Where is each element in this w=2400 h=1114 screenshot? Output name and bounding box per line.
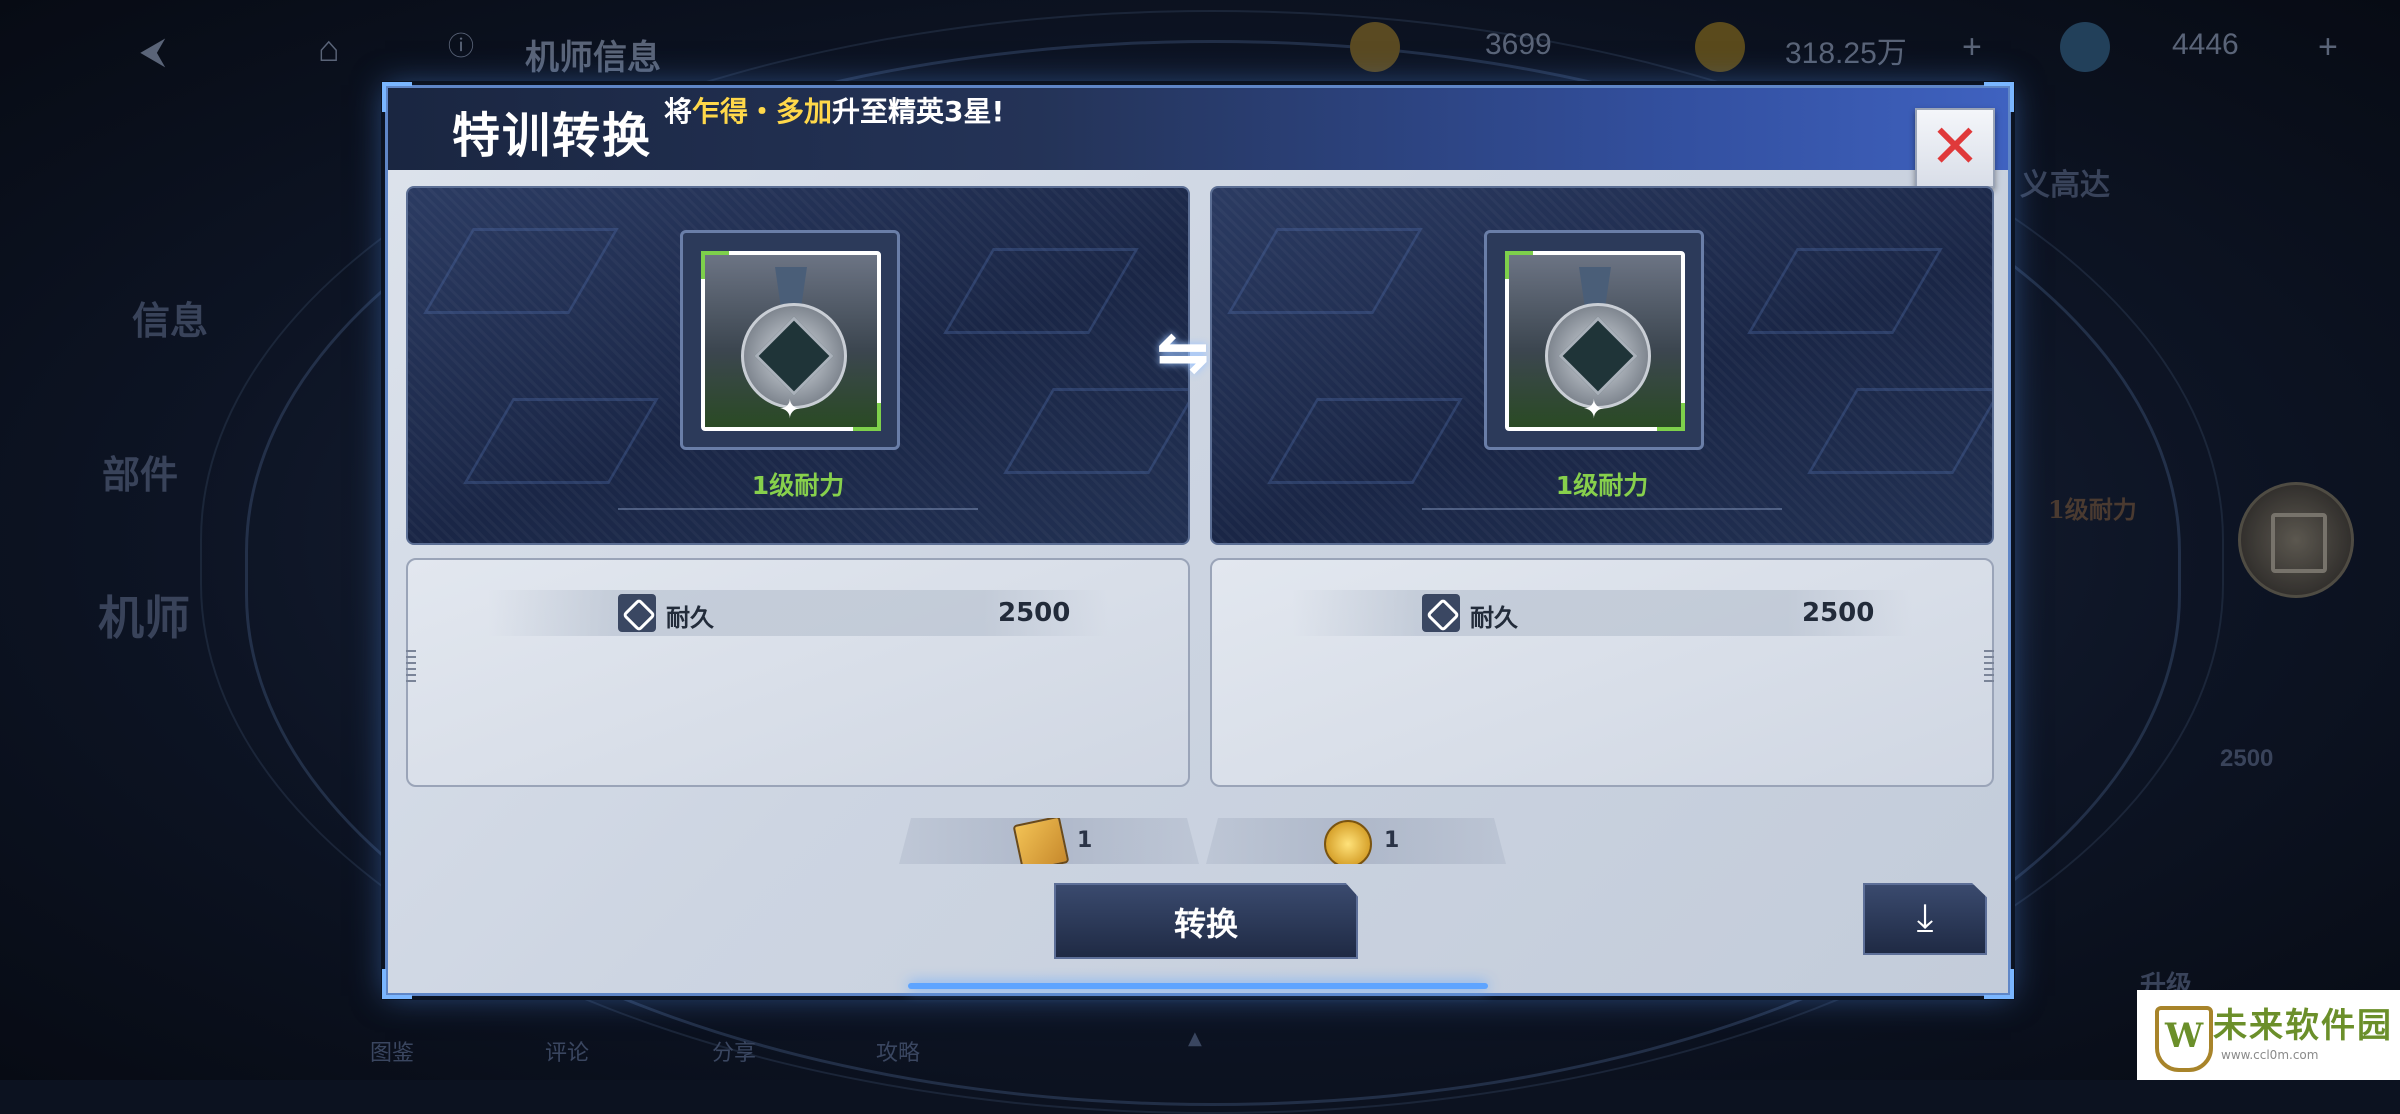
- stat-value: 2500: [1802, 598, 1875, 628]
- expand-up-icon[interactable]: ▲: [1188, 1028, 1202, 1049]
- stat-value: 2500: [998, 598, 1071, 628]
- stat-name: 耐久: [1470, 604, 1518, 632]
- medal-frame: ✦: [680, 230, 900, 450]
- divider: [618, 508, 978, 510]
- rarity-corner: [853, 403, 881, 431]
- card-decoration: [1003, 388, 1188, 474]
- card-decoration: [423, 228, 619, 314]
- nav-comments[interactable]: 评论: [545, 1035, 589, 1067]
- tab-parts[interactable]: 部件: [102, 444, 178, 499]
- nav-guide[interactable]: 攻略: [876, 1035, 920, 1067]
- convert-button[interactable]: 转换: [1054, 883, 1358, 959]
- watermark-text: 未来软件园: [2213, 1006, 2393, 1046]
- stat-row: 耐久 2500: [1292, 590, 1912, 636]
- card-decoration: [943, 248, 1139, 334]
- currency-1-value: 3699: [1485, 28, 1552, 61]
- currency-3-value: 4446: [2172, 28, 2239, 61]
- rarity-corner: [1657, 403, 1685, 431]
- stat-row: 耐久 2500: [488, 590, 1108, 636]
- add-currency-icon[interactable]: +: [1962, 28, 1982, 67]
- subtitle-suffix: 升至精英3星!: [832, 95, 1005, 128]
- convert-button-label: 转换: [1173, 905, 1238, 943]
- medal-frame: ✦: [1484, 230, 1704, 450]
- pilot-name: 乍得・多加: [692, 95, 833, 128]
- unit-name-partial: 义高达: [2020, 168, 2110, 203]
- medal-icon: [741, 303, 847, 409]
- home-icon[interactable]: ⌂: [318, 28, 340, 70]
- durability-icon: [618, 594, 656, 632]
- close-icon: ✕: [1929, 112, 1981, 182]
- rarity-corner: [701, 251, 729, 279]
- card-decoration: [1807, 388, 1992, 474]
- source-skill-card[interactable]: ✦ 1级耐力: [406, 186, 1190, 545]
- stat-name: 耐久: [666, 604, 714, 632]
- rarity-corner: [1505, 251, 1533, 279]
- currency-card-icon: [1350, 22, 1400, 72]
- back-icon[interactable]: ⮜: [140, 30, 166, 73]
- medal-icon: [1545, 303, 1651, 409]
- cost-training-card: 1: [899, 818, 1199, 864]
- training-card-icon: [1012, 818, 1070, 864]
- dialog-subtitle: 将乍得・多加升至精英3星!: [664, 90, 1004, 130]
- cost-amount: 1: [1384, 828, 1400, 853]
- skill-icon-box: ✦: [701, 251, 881, 431]
- nav-gallery[interactable]: 图鉴: [370, 1035, 414, 1067]
- skill-icon-box: ✦: [1505, 251, 1685, 431]
- gem-icon: [2060, 22, 2110, 72]
- target-skill-card[interactable]: ✦ 1级耐力: [1210, 186, 1994, 545]
- card-decoration: [1747, 248, 1943, 334]
- watermark-url: www.ccl0m.com: [2221, 1048, 2319, 1062]
- add-gem-icon[interactable]: +: [2318, 28, 2338, 67]
- tab-pilot[interactable]: 机师: [98, 582, 190, 648]
- tab-info[interactable]: 信息: [132, 290, 208, 345]
- info-icon[interactable]: ⓘ: [448, 26, 474, 63]
- divider: [1422, 508, 1782, 510]
- star-icon: ✦: [1583, 395, 1605, 425]
- dialog-title: 特训转换: [452, 108, 653, 164]
- close-button[interactable]: ✕: [1915, 108, 1995, 188]
- star-icon: ✦: [779, 395, 801, 425]
- page-title: 机师信息: [525, 38, 661, 78]
- stat-value-partial: 2500: [2220, 745, 2274, 772]
- grip-handle: [1984, 650, 1994, 686]
- source-stat-panel: 耐久 2500: [406, 558, 1190, 787]
- card-decoration: [1227, 228, 1423, 314]
- gold-coin-icon: [1324, 820, 1372, 864]
- grip-handle: [406, 650, 416, 686]
- download-button[interactable]: ⤓: [1863, 883, 1987, 955]
- skill-level-label: 1级耐力: [1555, 471, 1649, 500]
- gold-coin-icon: [1695, 22, 1745, 72]
- nav-share[interactable]: 分享: [712, 1035, 756, 1067]
- skill-level-label: 1级耐力: [751, 471, 845, 500]
- bottom-glow-bar: [908, 983, 1488, 989]
- watermark-logo-icon: [2155, 1006, 2213, 1072]
- training-convert-dialog: 特训转换 将乍得・多加升至精英3星! ✕ ✦ 1级耐力 ⇋ ✦ 1级耐力 耐久 …: [382, 82, 2014, 999]
- cube-icon[interactable]: [2238, 482, 2354, 598]
- download-icon: ⤓: [1916, 895, 1934, 939]
- subtitle-prefix: 将: [664, 95, 693, 128]
- watermark: 未来软件园 www.ccl0m.com: [2137, 990, 2400, 1080]
- frame-corner: [382, 969, 412, 999]
- target-stat-panel: 耐久 2500: [1210, 558, 1994, 787]
- durability-icon: [1422, 594, 1460, 632]
- level-label-partial: 1级耐力: [2048, 495, 2137, 524]
- cost-amount: 1: [1077, 828, 1093, 853]
- dialog-header: 特训转换 将乍得・多加升至精英3星!: [388, 88, 2008, 170]
- cost-gold-coin: 1: [1206, 818, 1506, 864]
- currency-2-value: 318.25万: [1785, 37, 1907, 70]
- swap-arrows-icon: ⇋: [1156, 316, 1210, 390]
- frame-corner: [1984, 969, 2014, 999]
